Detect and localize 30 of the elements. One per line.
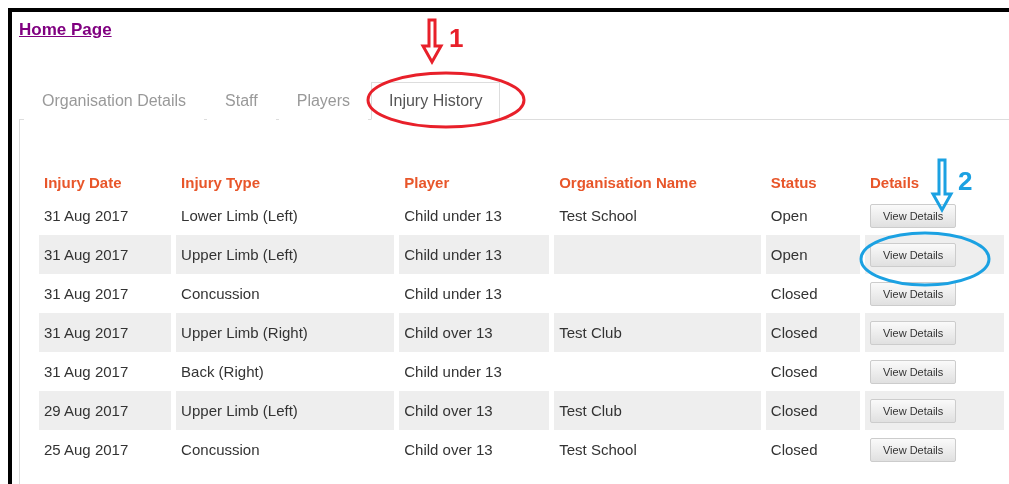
column-header: Details [869,174,920,191]
table-cell: Closed [765,391,860,430]
view-details-button[interactable]: View Details [869,320,957,345]
table-cell: 29 Aug 2017 [39,391,172,430]
home-page-link[interactable]: Home Page [19,20,112,40]
table-cell: Upper Limb (Left) [176,391,395,430]
annotation-number: 2 [958,166,973,196]
view-details-button[interactable]: View Details [869,398,957,423]
table-cell: Test Club [554,391,761,430]
view-details-button[interactable]: View Details [869,203,957,228]
table-cell: 31 Aug 2017 [39,235,172,274]
view-details-button[interactable]: View Details [869,242,957,267]
table-cell: Test Club [554,313,761,352]
table-cell: Open [765,235,860,274]
table-cell: 31 Aug 2017 [39,313,172,352]
table-cell: Upper Limb (Left) [176,235,395,274]
column-header: Injury Type [181,174,260,191]
tab[interactable]: Injury History [371,82,501,120]
annotation-number: 1 [449,23,464,53]
column-header: Injury Date [44,174,122,191]
table-cell: Child over 13 [399,391,550,430]
column-header: Status [770,174,817,191]
column-header: Organisation Name [559,174,697,191]
view-details-button[interactable]: View Details [869,437,957,462]
column-header: Player [404,174,450,191]
table-cell: Child over 13 [399,313,550,352]
table-cell: Child under 13 [399,235,550,274]
view-details-button[interactable]: View Details [869,359,957,384]
table-cell: Closed [765,313,860,352]
table-cell: Upper Limb (Right) [176,313,395,352]
